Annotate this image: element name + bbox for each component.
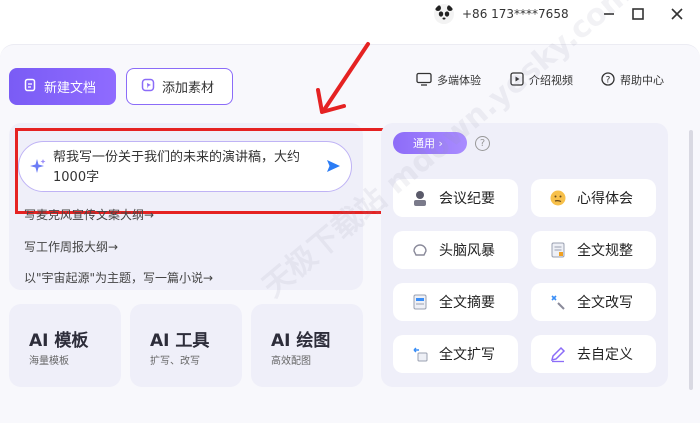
- prompt-text: 帮我写一份关于我们的未来的演讲稿，大约1000字: [53, 150, 301, 185]
- minimize-icon[interactable]: [598, 3, 620, 25]
- template-label: 全文改写: [577, 295, 633, 311]
- suggestion-item[interactable]: 以"宇宙起源"为主题，写一篇小说→: [24, 269, 213, 286]
- ai-tools-card[interactable]: AI 工具 扩写、改写: [130, 304, 242, 387]
- ai-template-card[interactable]: AI 模板 海量模板: [9, 304, 121, 387]
- template-label: 心得体会: [577, 191, 633, 207]
- template-meeting-notes[interactable]: 会议纪要: [393, 179, 518, 217]
- multi-device-link[interactable]: 多端体验: [416, 71, 481, 89]
- new-document-button[interactable]: 新建文档: [9, 68, 116, 105]
- prompt-input[interactable]: 帮我写一份关于我们的未来的演讲稿，大约1000字: [18, 141, 352, 192]
- template-rewrite[interactable]: 全文改写: [531, 283, 656, 321]
- ai-tools-subtitle: 扩写、改写: [150, 356, 200, 367]
- avatar[interactable]: [434, 4, 454, 24]
- template-summary[interactable]: 全文摘要: [393, 283, 518, 321]
- pencil-icon: [549, 345, 567, 363]
- document-format-icon: [549, 241, 567, 259]
- multi-device-label: 多端体验: [437, 74, 481, 87]
- add-material-icon: [141, 78, 155, 96]
- help-center-label: 帮助中心: [620, 74, 664, 87]
- template-label: 全文摘要: [439, 295, 495, 311]
- add-material-button[interactable]: 添加素材: [126, 68, 233, 105]
- brainstorm-icon: [411, 241, 429, 259]
- ai-drawing-title: AI 绘图: [271, 331, 331, 351]
- svg-text:?: ?: [606, 75, 611, 85]
- send-icon[interactable]: [325, 158, 341, 178]
- maximize-icon[interactable]: [627, 3, 649, 25]
- question-icon[interactable]: ?: [475, 136, 490, 151]
- help-circle-icon: ?: [601, 71, 615, 89]
- add-material-label: 添加素材: [162, 81, 215, 96]
- document-icon: [23, 78, 37, 96]
- suggestion-item[interactable]: 写工作周报大纲→: [24, 238, 118, 255]
- intro-video-label: 介绍视频: [529, 74, 573, 87]
- account-phone[interactable]: +86 173****7658: [462, 7, 569, 21]
- ai-tools-title: AI 工具: [150, 331, 210, 351]
- template-brainstorm[interactable]: 头脑风暴: [393, 231, 518, 269]
- category-general-button[interactable]: 通用 ›: [393, 132, 467, 154]
- annotation-arrow: [316, 42, 370, 114]
- sparkle-icon: [29, 158, 47, 180]
- ai-template-title: AI 模板: [29, 331, 89, 351]
- template-custom[interactable]: 去自定义: [531, 335, 656, 373]
- title-bar: +86 173****7658: [0, 0, 700, 32]
- template-label: 去自定义: [577, 347, 633, 363]
- monitor-icon: [416, 72, 432, 89]
- template-label: 全文规整: [577, 243, 633, 259]
- rewrite-icon: [549, 293, 567, 311]
- intro-video-link[interactable]: 介绍视频: [510, 71, 573, 89]
- new-document-label: 新建文档: [44, 81, 97, 96]
- play-icon: [510, 71, 524, 89]
- template-label: 会议纪要: [439, 191, 495, 207]
- template-expand[interactable]: 全文扩写: [393, 335, 518, 373]
- template-label: 全文扩写: [439, 347, 495, 363]
- meeting-icon: [411, 189, 429, 207]
- suggestion-item[interactable]: 写麦克风宣传文案大纲→: [24, 206, 154, 223]
- ai-drawing-card[interactable]: AI 绘图 高效配图: [251, 304, 363, 387]
- thinking-face-icon: [549, 189, 567, 207]
- expand-icon: [411, 345, 429, 363]
- ai-template-subtitle: 海量模板: [29, 356, 69, 367]
- help-center-link[interactable]: ? 帮助中心: [601, 71, 664, 89]
- close-icon[interactable]: [666, 3, 688, 25]
- template-format[interactable]: 全文规整: [531, 231, 656, 269]
- template-label: 头脑风暴: [439, 243, 495, 259]
- scrollbar[interactable]: [689, 130, 693, 390]
- template-reflections[interactable]: 心得体会: [531, 179, 656, 217]
- ai-drawing-subtitle: 高效配图: [271, 356, 311, 367]
- summary-icon: [411, 293, 429, 311]
